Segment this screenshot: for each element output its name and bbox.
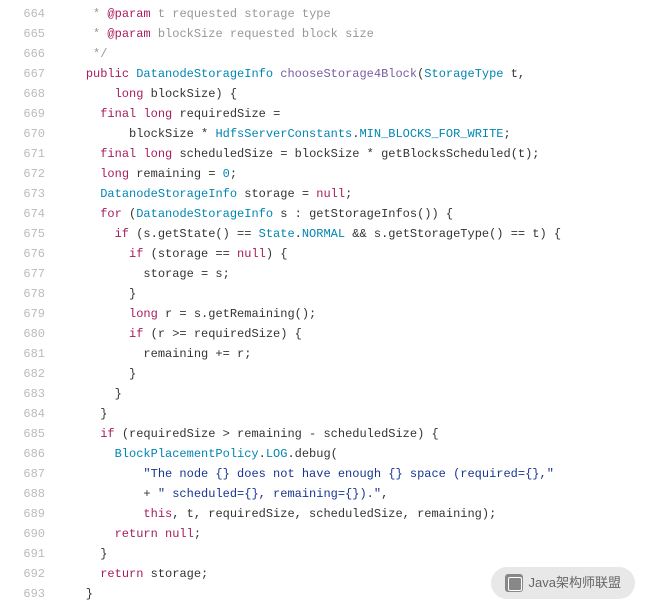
code-line: }: [57, 544, 645, 564]
line-number: 684: [0, 404, 45, 424]
code-line: "The node {} does not have enough {} spa…: [57, 464, 645, 484]
code-snippet-view: 6646656666676686696706716726736746756766…: [0, 0, 645, 613]
line-number: 672: [0, 164, 45, 184]
line-number: 681: [0, 344, 45, 364]
code-line: for (DatanodeStorageInfo s : getStorageI…: [57, 204, 645, 224]
code-line: storage = s;: [57, 264, 645, 284]
line-number: 683: [0, 384, 45, 404]
line-number: 682: [0, 364, 45, 384]
line-number: 677: [0, 264, 45, 284]
code-line: remaining += r;: [57, 344, 645, 364]
line-number: 666: [0, 44, 45, 64]
line-number: 675: [0, 224, 45, 244]
line-number: 687: [0, 464, 45, 484]
code-line: * @param t requested storage type: [57, 4, 645, 24]
line-number: 692: [0, 564, 45, 584]
code-line: DatanodeStorageInfo storage = null;: [57, 184, 645, 204]
wechat-icon: [505, 574, 523, 592]
code-line: if (r >= requiredSize) {: [57, 324, 645, 344]
line-number: 679: [0, 304, 45, 324]
wechat-source-badge: Java架构师联盟: [491, 567, 635, 599]
line-number: 667: [0, 64, 45, 84]
line-number: 678: [0, 284, 45, 304]
line-number: 676: [0, 244, 45, 264]
code-line: }: [57, 404, 645, 424]
code-line: if (s.getState() == State.NORMAL && s.ge…: [57, 224, 645, 244]
code-line: if (requiredSize > remaining - scheduled…: [57, 424, 645, 444]
code-line: * @param blockSize requested block size: [57, 24, 645, 44]
line-number: 686: [0, 444, 45, 464]
line-number: 668: [0, 84, 45, 104]
line-number: 685: [0, 424, 45, 444]
code-line: if (storage == null) {: [57, 244, 645, 264]
line-number-gutter: 6646656666676686696706716726736746756766…: [0, 0, 57, 613]
line-number: 691: [0, 544, 45, 564]
code-line: final long requiredSize =: [57, 104, 645, 124]
line-number: 669: [0, 104, 45, 124]
line-number: 690: [0, 524, 45, 544]
line-number: 688: [0, 484, 45, 504]
code-line: BlockPlacementPolicy.LOG.debug(: [57, 444, 645, 464]
code-line: */: [57, 44, 645, 64]
line-number: 673: [0, 184, 45, 204]
code-line: + " scheduled={}, remaining={}).",: [57, 484, 645, 504]
code-line: long remaining = 0;: [57, 164, 645, 184]
line-number: 680: [0, 324, 45, 344]
line-number: 664: [0, 4, 45, 24]
line-number: 670: [0, 124, 45, 144]
line-number: 665: [0, 24, 45, 44]
code-line: }: [57, 364, 645, 384]
code-line: public DatanodeStorageInfo chooseStorage…: [57, 64, 645, 84]
code-line: this, t, requiredSize, scheduledSize, re…: [57, 504, 645, 524]
code-line: long r = s.getRemaining();: [57, 304, 645, 324]
code-line: }: [57, 384, 645, 404]
code-line: }: [57, 284, 645, 304]
code-line: blockSize * HdfsServerConstants.MIN_BLOC…: [57, 124, 645, 144]
code-body: * @param t requested storage type * @par…: [57, 0, 645, 613]
code-line: return null;: [57, 524, 645, 544]
code-line: long blockSize) {: [57, 84, 645, 104]
line-number: 671: [0, 144, 45, 164]
badge-label: Java架构师联盟: [529, 573, 621, 593]
line-number: 689: [0, 504, 45, 524]
code-line: final long scheduledSize = blockSize * g…: [57, 144, 645, 164]
line-number: 693: [0, 584, 45, 604]
line-number: 674: [0, 204, 45, 224]
